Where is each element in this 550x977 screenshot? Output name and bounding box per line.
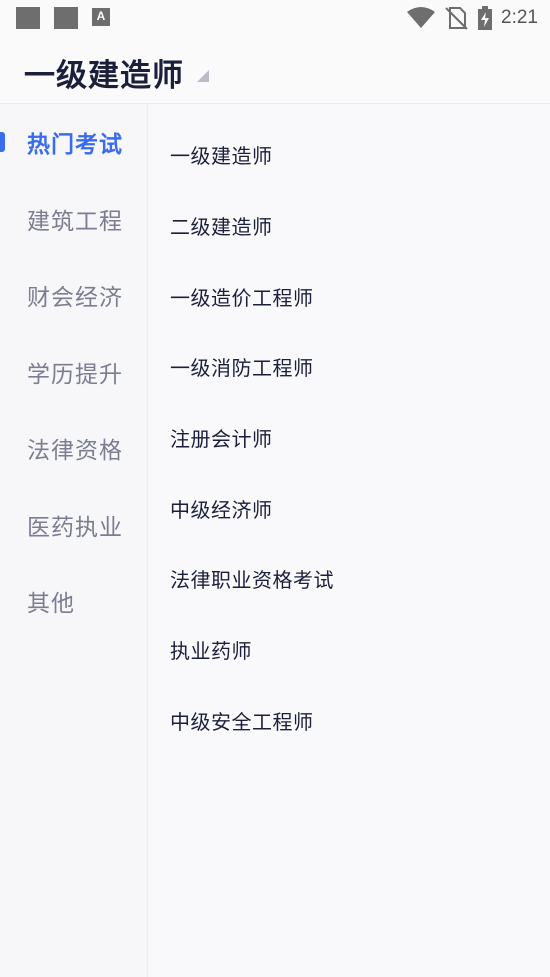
battery-charging-icon bbox=[478, 6, 493, 30]
sidebar-item-hot-exams[interactable]: 热门考试 bbox=[0, 104, 148, 180]
sidebar-item-education[interactable]: 学历提升 bbox=[0, 334, 148, 410]
sidebar-item-construction[interactable]: 建筑工程 bbox=[0, 181, 148, 257]
wifi-icon bbox=[407, 7, 436, 28]
sidebar-item-other[interactable]: 其他 bbox=[0, 563, 148, 639]
exam-name: 一级造价工程师 bbox=[170, 285, 314, 310]
exam-name: 注册会计师 bbox=[170, 426, 273, 451]
exam-name: 二级建造师 bbox=[170, 214, 273, 239]
sidebar-item-law[interactable]: 法律资格 bbox=[0, 410, 148, 486]
notification-square-icon bbox=[54, 7, 78, 29]
exam-name: 执业药师 bbox=[170, 638, 252, 663]
exam-list: 一级建造师 二级建造师 一级造价工程师 一级消防工程师 注册会计师 中级经济师 … bbox=[149, 104, 550, 977]
list-item[interactable]: 二级建造师 bbox=[149, 190, 550, 260]
list-item[interactable]: 执业药师 bbox=[149, 614, 550, 684]
sidebar-item-label: 其他 bbox=[27, 591, 75, 617]
caret-down-icon[interactable] bbox=[197, 70, 209, 82]
sidebar-item-medicine[interactable]: 医药执业 bbox=[0, 487, 148, 563]
list-item[interactable]: 一级消防工程师 bbox=[149, 331, 550, 401]
sidebar-item-label: 学历提升 bbox=[27, 362, 123, 388]
list-item[interactable]: 注册会计师 bbox=[149, 402, 550, 472]
status-bar: A 2:21 bbox=[0, 0, 550, 38]
no-sim-icon bbox=[445, 7, 468, 30]
sidebar-item-label: 建筑工程 bbox=[27, 209, 123, 235]
sidebar-item-label: 医药执业 bbox=[27, 515, 123, 541]
exam-name: 中级安全工程师 bbox=[170, 709, 314, 734]
list-item[interactable]: 一级建造师 bbox=[149, 119, 550, 189]
font-a-icon: A bbox=[92, 8, 110, 26]
exam-name: 中级经济师 bbox=[170, 497, 273, 522]
list-item[interactable]: 法律职业资格考试 bbox=[149, 543, 550, 613]
sidebar-item-finance[interactable]: 财会经济 bbox=[0, 257, 148, 333]
list-item[interactable]: 一级造价工程师 bbox=[149, 261, 550, 331]
notification-square-icon bbox=[16, 7, 40, 29]
exam-name: 一级建造师 bbox=[170, 143, 273, 168]
page-title[interactable]: 一级建造师 bbox=[24, 50, 184, 95]
sidebar-item-label: 财会经济 bbox=[27, 285, 123, 311]
sidebar-item-label: 法律资格 bbox=[27, 438, 123, 464]
sidebar-item-label: 热门考试 bbox=[27, 132, 123, 158]
exam-name: 法律职业资格考试 bbox=[170, 567, 334, 592]
exam-name: 一级消防工程师 bbox=[170, 355, 314, 380]
active-indicator bbox=[0, 132, 5, 152]
category-sidebar: 热门考试 建筑工程 财会经济 学历提升 法律资格 医药执业 其他 bbox=[0, 104, 148, 977]
list-item[interactable]: 中级安全工程师 bbox=[149, 685, 550, 755]
header: 一级建造师 bbox=[0, 38, 550, 104]
list-item[interactable]: 中级经济师 bbox=[149, 473, 550, 543]
clock-time: 2:21 bbox=[501, 7, 538, 28]
